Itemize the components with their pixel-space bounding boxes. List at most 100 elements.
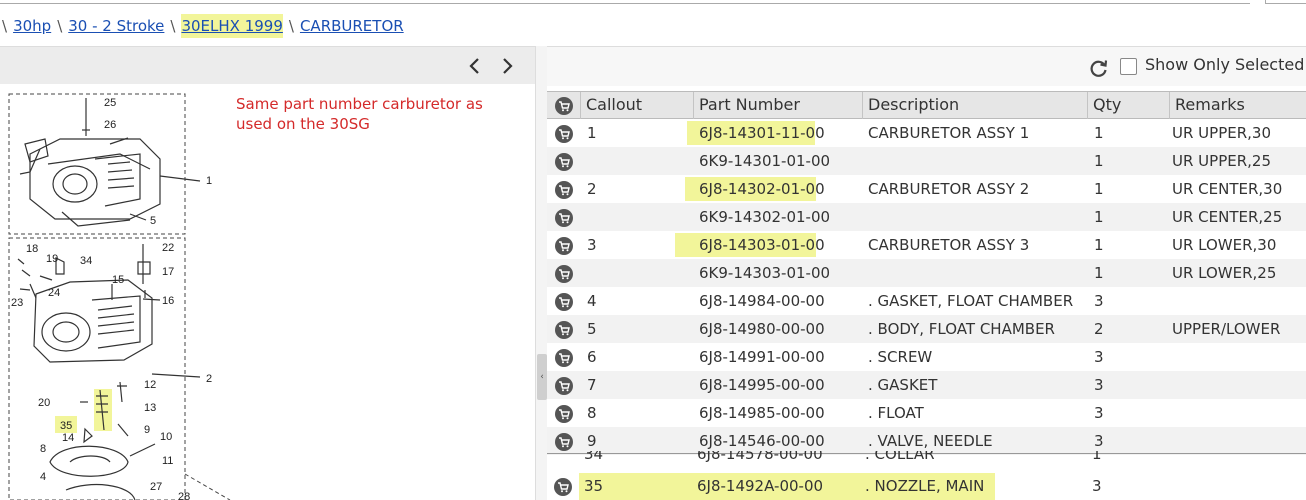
cart-icon[interactable] <box>555 97 573 115</box>
callout-cell: 7 <box>587 376 597 394</box>
description-cell: . NOZZLE, MAIN <box>865 477 985 495</box>
table-row[interactable]: 3 6J8-14303-01-00 CARBURETOR ASSY 3 1 UR LOW… <box>547 231 1306 259</box>
svg-text:26: 26 <box>104 119 116 131</box>
table-row[interactable]: 4 6J8-14984-00-00 . GASKET, FLOAT CHAMBER 3 <box>547 287 1306 315</box>
svg-text:4: 4 <box>40 471 46 483</box>
table-row[interactable]: 6K9-14303-01-00 1 UR LOWER,25 <box>547 259 1306 287</box>
qty-cell: 3 <box>1094 292 1104 310</box>
callout-cell: 34 <box>584 451 604 463</box>
svg-text:17: 17 <box>162 266 174 278</box>
remarks-cell: UPPER/LOWER <box>1172 320 1281 338</box>
callout-cell: 5 <box>587 320 597 338</box>
callout-cell: 3 <box>587 236 597 254</box>
callout-cell: 1 <box>587 124 597 142</box>
table-row[interactable]: 7 6J8-14995-00-00 . GASKET 3 <box>547 371 1306 399</box>
diagram-note: Same part number carburetor as used on t… <box>236 95 483 133</box>
column-part-number[interactable]: Part Number <box>693 92 862 119</box>
parts-toolbar: Show Only Selected Ca <box>547 46 1306 86</box>
table-row[interactable]: 6K9-14301-01-00 1 UR UPPER,25 <box>547 147 1306 175</box>
svg-text:9: 9 <box>144 424 150 436</box>
refresh-icon[interactable] <box>1088 57 1110 79</box>
cart-icon[interactable] <box>554 478 572 496</box>
diagram-toolbar <box>0 46 535 84</box>
table-row[interactable]: 5 6J8-14980-00-00 . BODY, FLOAT CHAMBER 2 UP… <box>547 315 1306 343</box>
top-search-button[interactable] <box>1265 0 1306 4</box>
breadcrumb-30hp[interactable]: 30hp <box>13 17 51 35</box>
svg-text:18: 18 <box>26 243 38 255</box>
cart-icon[interactable] <box>555 405 573 423</box>
qty-cell: 1 <box>1094 180 1104 198</box>
cart-icon[interactable] <box>555 293 573 311</box>
description-cell: . GASKET, FLOAT CHAMBER <box>868 292 1074 310</box>
cart-icon[interactable] <box>555 237 573 255</box>
description-cell: CARBURETOR ASSY 2 <box>868 180 1030 198</box>
parts-diagram[interactable]: 25 26 1 5 18 19 34 22 17 15 23 24 16 2 1… <box>0 84 535 500</box>
top-search-field[interactable] <box>0 0 1250 4</box>
table-row-callout-35[interactable]: 35 6J8-1492A-00-00 . NOZZLE, MAIN 3 <box>547 471 1306 500</box>
qty-cell: 3 <box>1094 376 1104 394</box>
cart-icon[interactable] <box>555 153 573 171</box>
panel-splitter[interactable]: ‹ <box>535 46 547 500</box>
svg-text:8: 8 <box>40 443 46 455</box>
part-number-cell: 6J8-14984-00-00 <box>699 292 825 310</box>
chevron-left-icon[interactable] <box>464 53 486 79</box>
cart-icon[interactable] <box>555 433 573 451</box>
table-row[interactable]: 2 6J8-14302-01-00 CARBURETOR ASSY 2 1 UR CEN… <box>547 175 1306 203</box>
show-only-selected-checkbox[interactable] <box>1120 58 1137 75</box>
svg-text:23: 23 <box>11 297 23 309</box>
part-number-cell: 6J8-14301-11-00 <box>699 124 825 142</box>
collapse-handle[interactable]: ‹ <box>537 354 547 400</box>
table-row-partial[interactable]: 34 6J8-14578-00-00 . COLLAR 1 <box>547 451 1306 469</box>
svg-text:25: 25 <box>104 97 116 109</box>
remarks-cell: UR CENTER,30 <box>1172 180 1283 198</box>
svg-text:19: 19 <box>46 253 58 265</box>
qty-cell: 1 <box>1094 208 1104 226</box>
svg-text:12: 12 <box>144 379 156 391</box>
callout-cell: 35 <box>584 477 604 495</box>
part-number-cell: 6J8-14980-00-00 <box>699 320 825 338</box>
callout-cell: 6 <box>587 348 597 366</box>
table-row[interactable]: 8 6J8-14985-00-00 . FLOAT 3 <box>547 399 1306 427</box>
cart-icon[interactable] <box>555 349 573 367</box>
table-row[interactable]: 1 6J8-14301-11-00 CARBURETOR ASSY 1 1 UR UPP… <box>547 119 1306 147</box>
part-number-cell: 6J8-14578-00-00 <box>697 451 823 463</box>
remarks-cell: UR UPPER,30 <box>1172 124 1271 142</box>
remarks-cell: UR LOWER,25 <box>1172 264 1277 282</box>
breadcrumb: \ 30hp \ 30 - 2 Stroke \ 30ELHX 1999 \ C… <box>0 13 404 39</box>
cart-icon[interactable] <box>555 265 573 283</box>
table-row[interactable]: 6 6J8-14991-00-00 . SCREW 3 <box>547 343 1306 371</box>
chevron-right-icon[interactable] <box>496 53 518 79</box>
cart-icon[interactable] <box>555 209 573 227</box>
column-callout[interactable]: Callout <box>580 92 693 119</box>
description-cell: . BODY, FLOAT CHAMBER <box>868 320 1055 338</box>
svg-text:2: 2 <box>206 373 212 385</box>
description-cell: . GASKET <box>868 376 938 394</box>
breadcrumb-30elhx-1999[interactable]: 30ELHX 1999 <box>181 14 283 38</box>
breadcrumb-carburetor[interactable]: CARBURETOR <box>300 17 404 35</box>
svg-text:34: 34 <box>80 255 92 267</box>
svg-text:35: 35 <box>60 420 72 432</box>
table-row[interactable]: 6K9-14302-01-00 1 UR CENTER,25 <box>547 203 1306 231</box>
cart-icon[interactable] <box>555 181 573 199</box>
column-qty[interactable]: Qty <box>1087 92 1169 119</box>
description-cell: CARBURETOR ASSY 1 <box>868 124 1030 142</box>
svg-text:5: 5 <box>150 215 156 227</box>
qty-cell: 3 <box>1094 404 1104 422</box>
description-cell: . FLOAT <box>868 404 924 422</box>
qty-cell: 1 <box>1094 236 1104 254</box>
column-remarks[interactable]: Remarks <box>1169 92 1306 119</box>
svg-text:15: 15 <box>112 274 124 286</box>
qty-cell: 2 <box>1094 320 1104 338</box>
part-number-cell: 6J8-14303-01-00 <box>699 236 825 254</box>
qty-cell: 1 <box>1094 152 1104 170</box>
cart-icon[interactable] <box>555 125 573 143</box>
svg-text:16: 16 <box>162 295 174 307</box>
qty-cell: 3 <box>1092 477 1102 495</box>
breadcrumb-30-2-stroke[interactable]: 30 - 2 Stroke <box>68 17 164 35</box>
svg-text:13: 13 <box>144 402 156 414</box>
qty-cell: 1 <box>1094 264 1104 282</box>
cart-icon[interactable] <box>555 377 573 395</box>
column-description[interactable]: Description <box>862 92 1087 119</box>
svg-text:14: 14 <box>62 432 74 444</box>
cart-icon[interactable] <box>555 321 573 339</box>
